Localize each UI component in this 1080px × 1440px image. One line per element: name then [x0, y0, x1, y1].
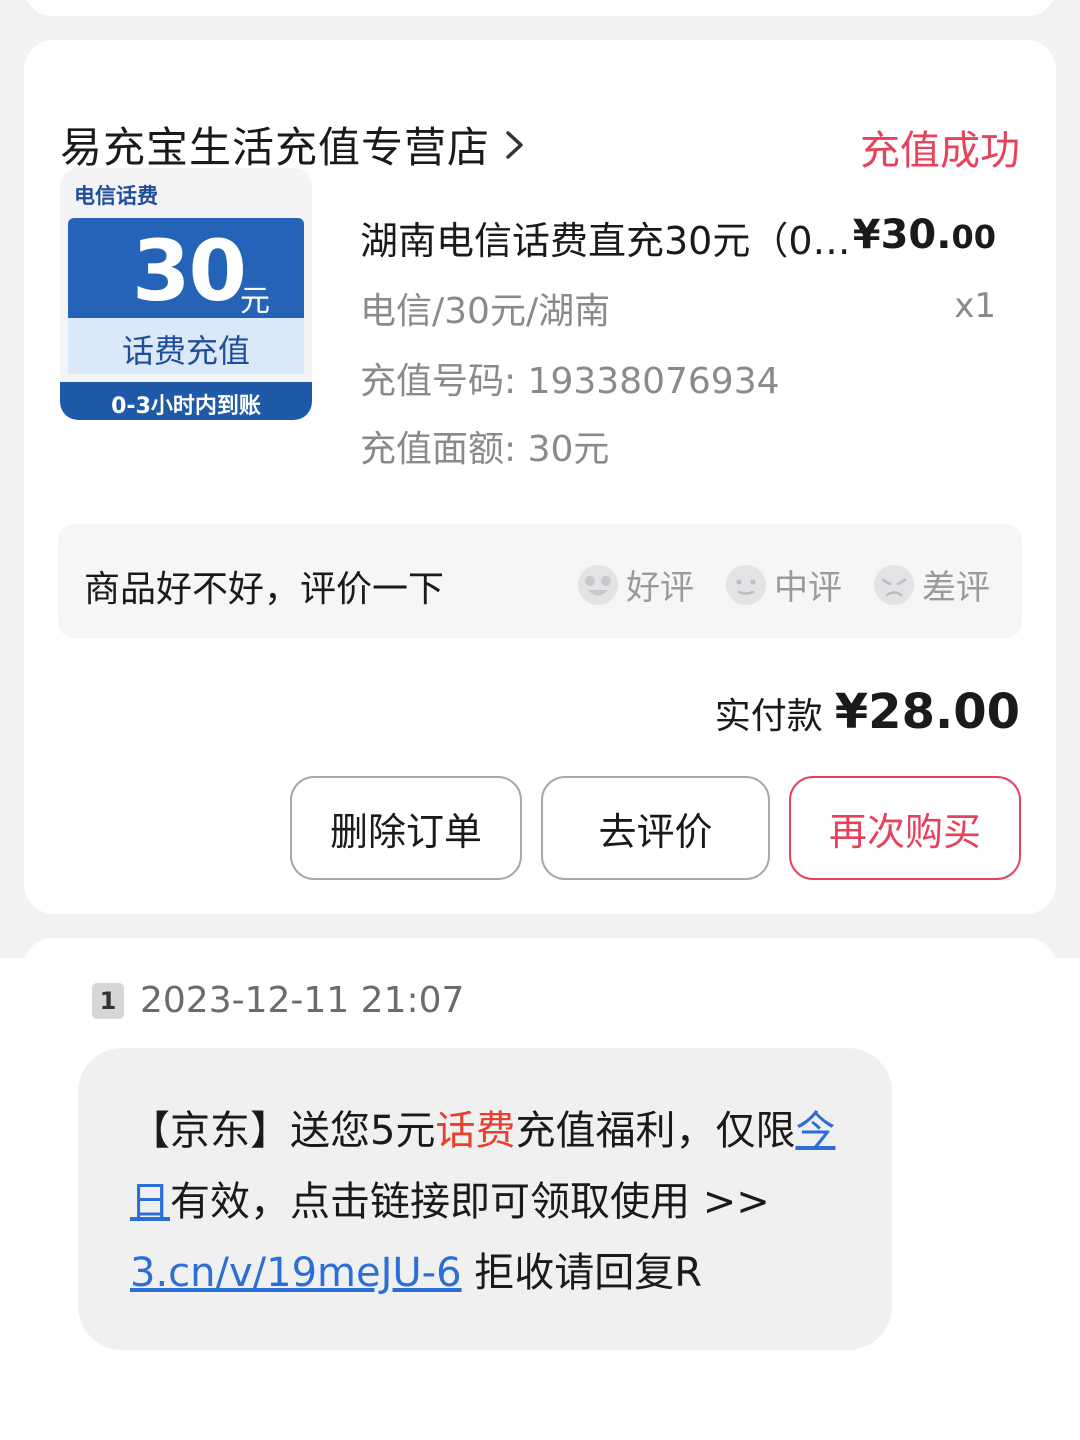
- rating-good-button[interactable]: 好评: [576, 560, 694, 609]
- sms-bubble[interactable]: 【京东】送您5元话费充值福利，仅限今日有效，点击链接即可领取使用 >> 3.cn…: [78, 1048, 892, 1350]
- rating-neutral-button[interactable]: 中评: [724, 560, 842, 609]
- rating-neutral-label: 中评: [774, 568, 842, 608]
- review-prompt-text: 商品好不好，评价一下: [84, 569, 445, 610]
- sms-url-link[interactable]: 3.cn/v/19meJU-6: [130, 1250, 462, 1296]
- order-status: 充值成功: [860, 128, 1020, 174]
- paid-amount-row: 实付款 ¥28.00: [715, 684, 1020, 740]
- thumbnail-caption: 话费充值: [121, 332, 250, 370]
- sms-meta: 1 2023-12-11 21:07: [92, 980, 464, 1021]
- sms-text-part: 【京东】送您5元: [130, 1108, 436, 1154]
- price-cents: 00: [951, 218, 996, 256]
- heart-eyes-face-icon: [578, 564, 618, 605]
- thumbnail-unit: 元: [240, 284, 270, 319]
- thumbnail-tag: 电信话费: [74, 184, 158, 208]
- previous-order-card: [24, 0, 1056, 16]
- sms-text-part: 拒收请回复R: [461, 1250, 703, 1296]
- paid-amount: ¥28.00: [834, 684, 1020, 740]
- paid-label: 实付款: [714, 696, 823, 737]
- recharge-phone: 充值号码: 19338076934: [360, 361, 780, 402]
- price-main: ¥30.: [852, 212, 952, 258]
- rating-bad-label: 差评: [922, 568, 990, 608]
- sim-badge: 1: [92, 982, 124, 1019]
- write-review-button[interactable]: 去评价: [541, 776, 770, 880]
- buy-again-button[interactable]: 再次购买: [789, 776, 1021, 880]
- thumbnail-amount: 30: [132, 222, 247, 320]
- shop-name: 易充宝生活充值专营店: [60, 123, 491, 172]
- order-list-background: 易充宝生活充值专营店 充值成功 电信话费 30 元 话费充值 0-3小时内到账 …: [0, 0, 1080, 978]
- review-prompt-box: 商品好不好，评价一下 好评 中评 差评: [58, 524, 1022, 638]
- product-quantity: x1: [954, 286, 996, 326]
- thumbnail-banner: 0-3小时内到账: [111, 394, 261, 419]
- sms-timestamp: 2023-12-11 21:07: [140, 980, 465, 1021]
- sms-text-part: 充值福利，仅限: [515, 1108, 796, 1154]
- chevron-right-icon: [506, 130, 523, 159]
- sms-highlight-phone-fee: 话费: [435, 1108, 516, 1154]
- product-title[interactable]: 湖南电信话费直充30元（0…: [360, 210, 880, 265]
- recharge-face-value: 充值面额: 30元: [360, 429, 610, 470]
- neutral-face-icon: [726, 564, 766, 605]
- next-order-card: [24, 938, 1056, 978]
- product-thumbnail[interactable]: 电信话费 30 元 话费充值 0-3小时内到账: [60, 168, 312, 420]
- sms-text-part: 有效，点击链接即可领取使用 >>: [170, 1179, 770, 1225]
- product-spec: 电信/30元/湖南: [360, 291, 611, 332]
- delete-order-button[interactable]: 删除订单: [290, 776, 522, 880]
- shop-link[interactable]: 易充宝生活充值专营店: [60, 114, 528, 175]
- sms-text: 【京东】送您5元话费充值福利，仅限今日有效，点击链接即可领取使用 >> 3.cn…: [130, 1096, 850, 1309]
- frown-face-icon: [874, 564, 914, 605]
- rating-good-label: 好评: [626, 568, 694, 608]
- product-price: ¥30.00: [853, 212, 996, 258]
- rating-bad-button[interactable]: 差评: [872, 560, 990, 609]
